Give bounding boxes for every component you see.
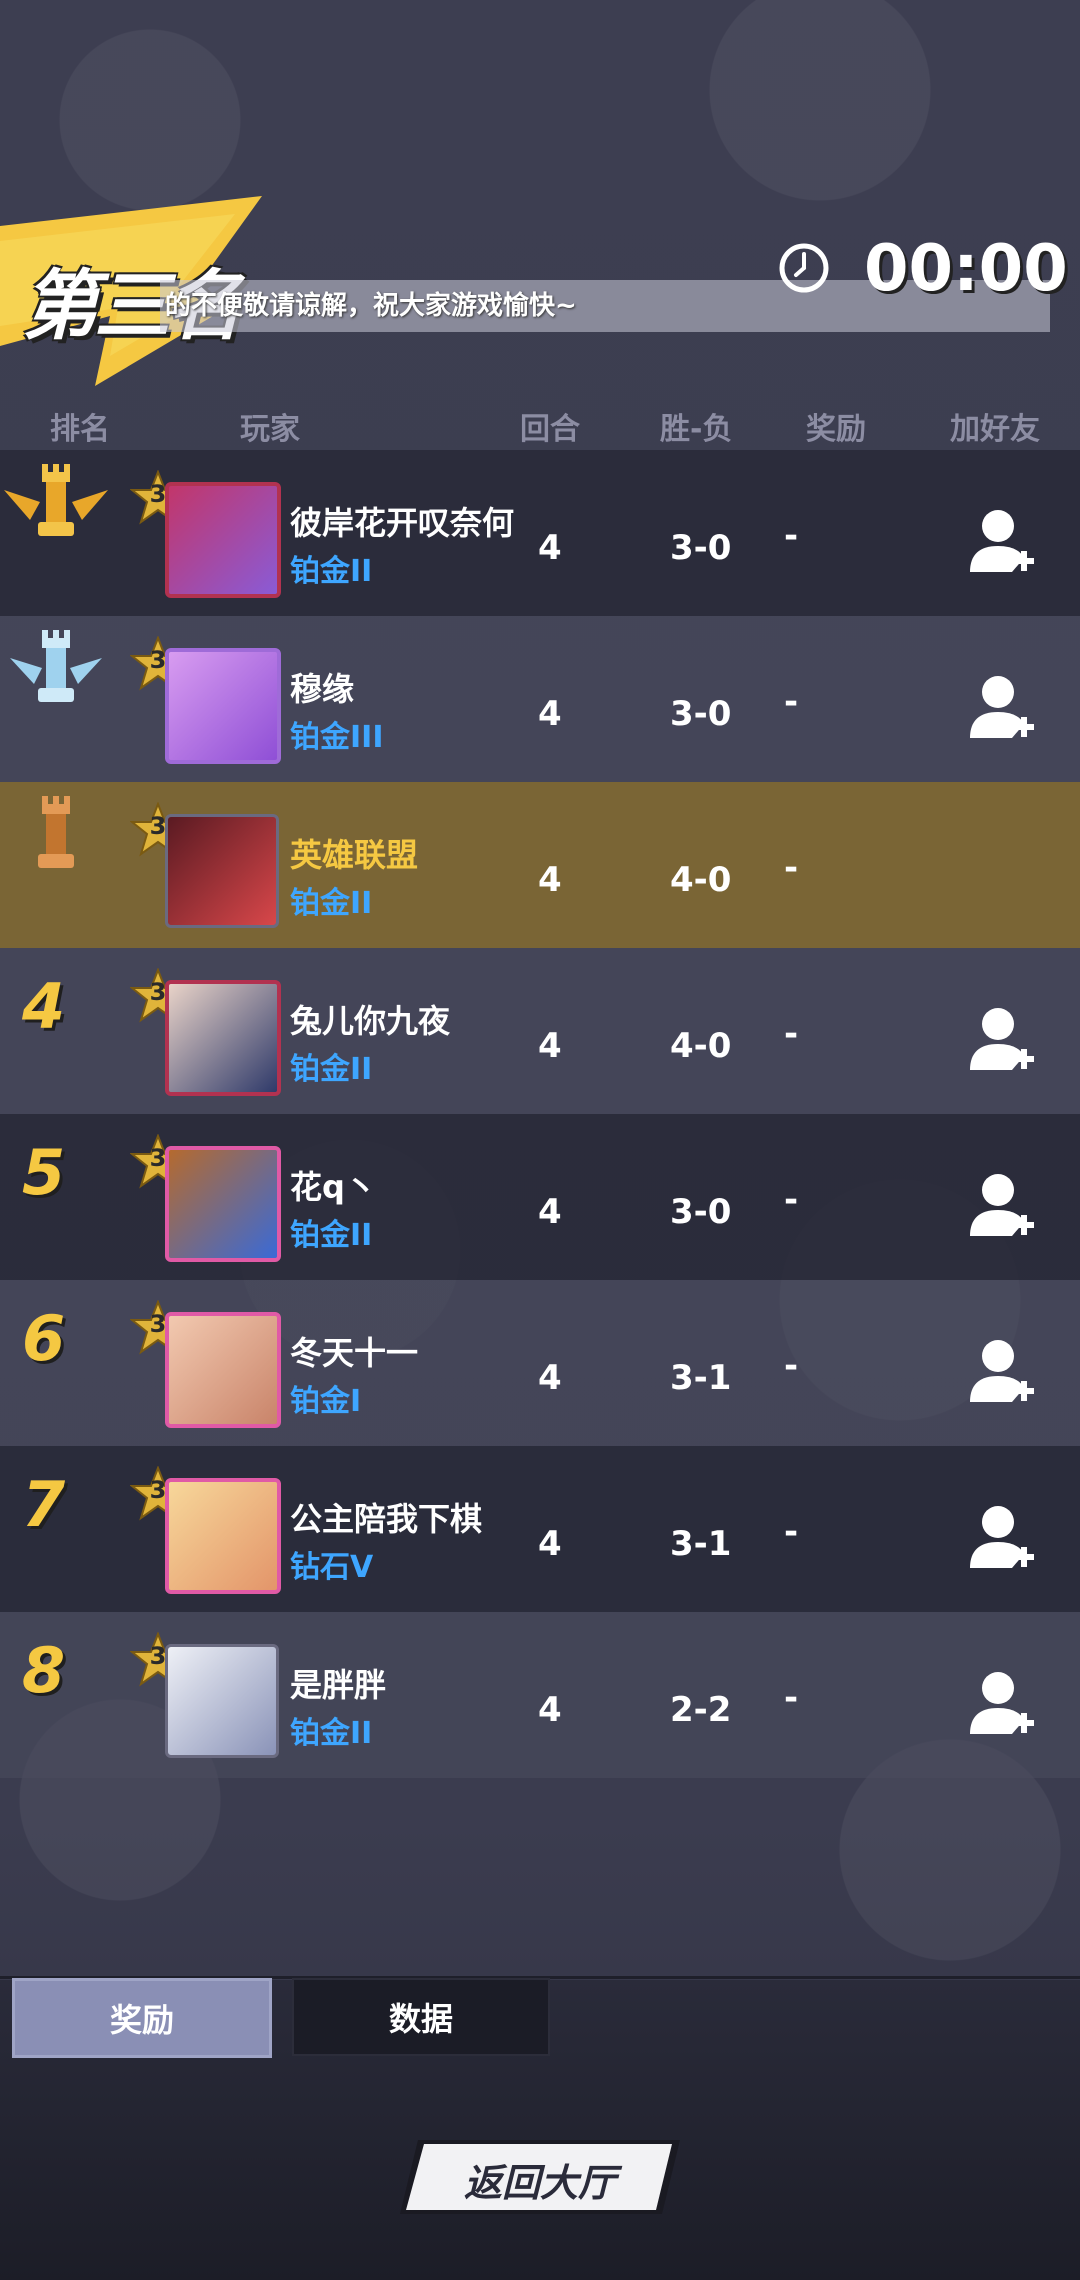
table-row: 3 穆缘 铂金III 4 3-0 - — [0, 616, 1080, 782]
rounds-value: 4 — [538, 528, 562, 568]
clock-icon — [779, 243, 829, 293]
rounds-value: 4 — [538, 1358, 562, 1398]
rounds-value: 4 — [538, 1690, 562, 1730]
rounds-value: 4 — [538, 1192, 562, 1232]
col-rounds: 回合 — [520, 412, 580, 447]
add-friend-icon[interactable] — [968, 1336, 1034, 1408]
win-loss-value: 3-1 — [670, 1524, 732, 1564]
reward-value: - — [784, 1346, 799, 1386]
reward-value: - — [784, 848, 799, 888]
col-player: 玩家 — [240, 412, 300, 447]
avatar — [165, 482, 281, 598]
table-row: 7 3 公主陪我下棋 钻石V 4 3-1 - — [0, 1446, 1080, 1612]
table-row: 4 3 兔儿你九夜 铂金II 4 4-0 - — [0, 948, 1080, 1114]
rounds-value: 4 — [538, 1026, 562, 1066]
rounds-value: 4 — [538, 694, 562, 734]
table-row: 5 3 花q丶 铂金II 4 3-0 - — [0, 1114, 1080, 1280]
player-name: 穆缘 — [290, 670, 355, 708]
reward-value: - — [784, 1512, 799, 1552]
win-loss-value: 2-2 — [670, 1690, 732, 1730]
table-row: 8 3 是胖胖 铂金II 4 2-2 - — [0, 1612, 1080, 1778]
player-name: 英雄联盟 — [290, 836, 419, 874]
player-tier: 铂金II — [290, 554, 373, 589]
player-tier: 铂金III — [290, 720, 384, 755]
avatar — [165, 1478, 281, 1594]
player-name: 冬天十一 — [290, 1334, 419, 1372]
col-rank: 排名 — [50, 412, 110, 447]
countdown-timer: 00:00 — [864, 232, 1068, 306]
reward-value: - — [784, 1180, 799, 1220]
add-friend-icon[interactable] — [968, 672, 1034, 744]
player-tier: 铂金II — [290, 1052, 373, 1087]
tab-reward[interactable]: 奖励 — [12, 1978, 272, 2058]
player-name: 是胖胖 — [290, 1666, 387, 1704]
tab-data[interactable]: 数据 — [292, 1978, 550, 2056]
rounds-value: 4 — [538, 860, 562, 900]
avatar — [165, 648, 281, 764]
reward-value: - — [784, 1014, 799, 1054]
col-win-loss: 胜-负 — [660, 412, 733, 447]
win-loss-value: 4-0 — [670, 1026, 732, 1066]
col-add-friend: 加好友 — [950, 412, 1040, 447]
table-row: 6 3 冬天十一 铂金I 4 3-1 - — [0, 1280, 1080, 1446]
rank-number: 7 — [22, 1468, 66, 1541]
player-name: 兔儿你九夜 — [290, 1002, 451, 1040]
add-friend-icon[interactable] — [968, 1668, 1034, 1740]
rank-number: 5 — [22, 1136, 66, 1209]
announcement-text: 的不便敬请谅解，祝大家游戏愉快~ — [165, 291, 577, 321]
player-tier: 铂金II — [290, 1218, 373, 1253]
player-tier: 铂金II — [290, 886, 373, 921]
silver-rook-trophy-icon — [10, 630, 102, 702]
win-loss-value: 4-0 — [670, 860, 732, 900]
rounds-value: 4 — [538, 1524, 562, 1564]
player-tier: 钻石V — [290, 1550, 374, 1585]
reward-value: - — [784, 682, 799, 722]
win-loss-value: 3-0 — [670, 528, 732, 568]
back-to-lobby-button[interactable]: 返回大厅 — [400, 2140, 680, 2214]
col-reward: 奖励 — [806, 412, 866, 447]
rank-number: 8 — [22, 1634, 66, 1707]
back-to-lobby-label: 返回大厅 — [463, 2161, 616, 2205]
reward-value: - — [784, 1678, 799, 1718]
rank-number: 4 — [22, 970, 66, 1043]
avatar — [165, 814, 279, 928]
player-tier: 铂金II — [290, 1716, 373, 1751]
gold-rook-trophy-icon — [4, 464, 108, 536]
reward-value: - — [784, 516, 799, 556]
player-name: 花q丶 — [290, 1168, 377, 1206]
player-tier: 铂金I — [290, 1384, 362, 1419]
add-friend-icon[interactable] — [968, 506, 1034, 578]
player-name: 彼岸花开叹奈何 — [290, 504, 515, 542]
win-loss-value: 3-0 — [670, 1192, 732, 1232]
rank-number: 6 — [22, 1302, 66, 1375]
player-name: 公主陪我下棋 — [290, 1500, 483, 1538]
add-friend-icon[interactable] — [968, 1004, 1034, 1076]
avatar — [165, 1312, 281, 1428]
win-loss-value: 3-0 — [670, 694, 732, 734]
bronze-rook-trophy-icon — [38, 796, 74, 868]
win-loss-value: 3-1 — [670, 1358, 732, 1398]
table-row: 3 彼岸花开叹奈何 铂金II 4 3-0 - — [0, 450, 1080, 616]
add-friend-icon[interactable] — [968, 1170, 1034, 1242]
avatar — [165, 1644, 279, 1758]
avatar — [165, 1146, 281, 1262]
avatar — [165, 980, 281, 1096]
add-friend-icon[interactable] — [968, 1502, 1034, 1574]
table-row-self: 3 英雄联盟 铂金II 4 4-0 - — [0, 782, 1080, 948]
